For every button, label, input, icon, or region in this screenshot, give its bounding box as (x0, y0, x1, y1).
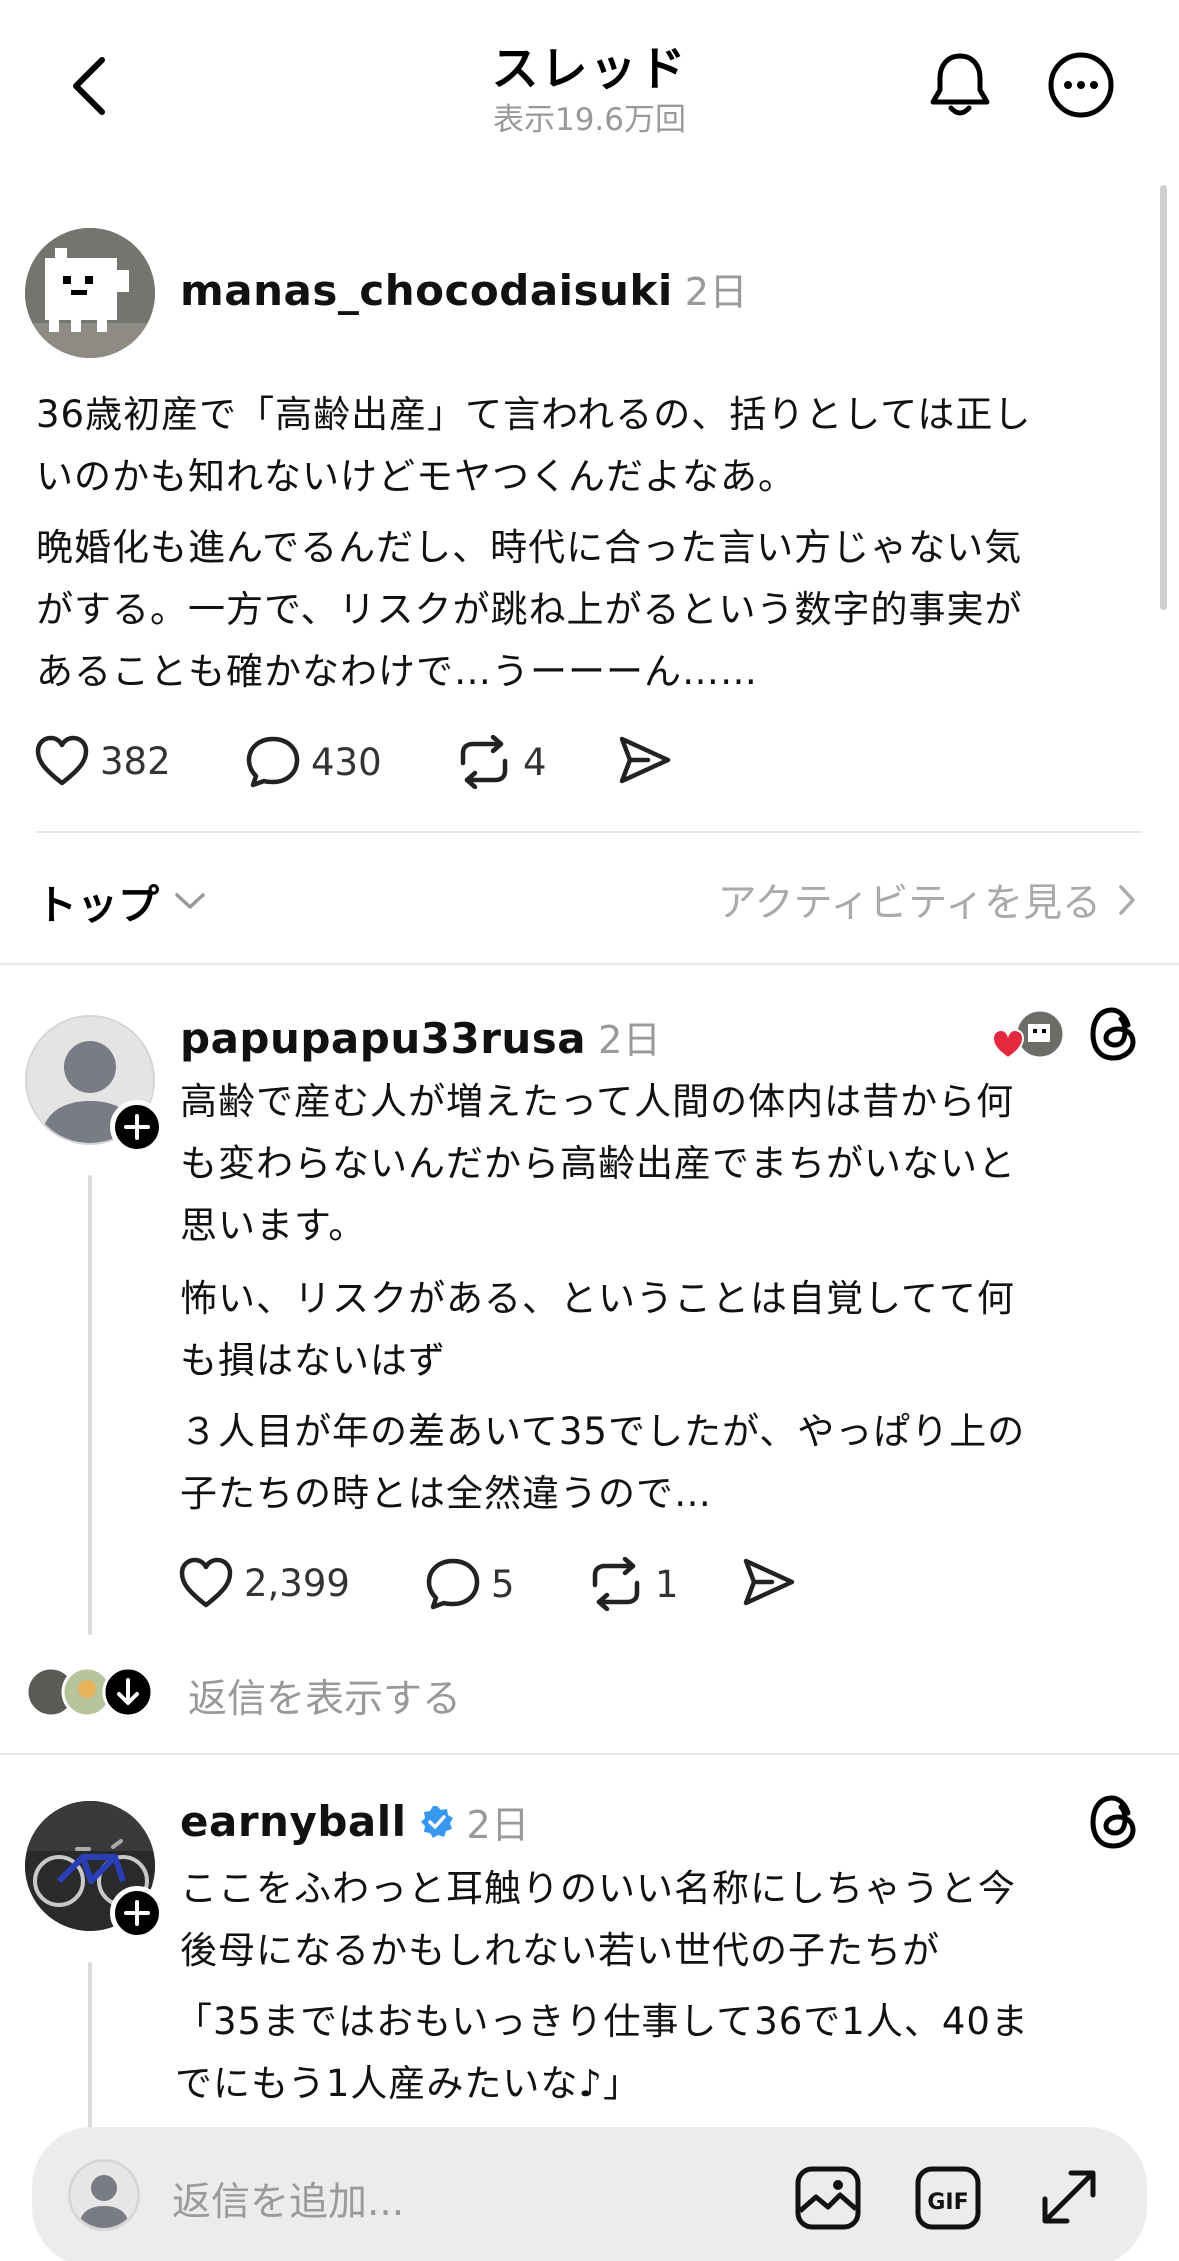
repost-count: 4 (523, 740, 547, 784)
send-icon (743, 1558, 795, 1606)
like-button[interactable]: 2,399 (178, 1557, 350, 1609)
page-title: スレッド (491, 42, 688, 97)
svg-text:GIF: GIF (927, 2190, 968, 2215)
comment-count: 430 (311, 740, 382, 784)
avatar-image-icon (25, 228, 155, 358)
threads-logo-button[interactable] (1088, 1793, 1140, 1851)
follow-button[interactable] (110, 1100, 164, 1154)
threads-logo-button[interactable] (1088, 1005, 1140, 1063)
repost-button[interactable]: 4 (455, 735, 547, 789)
post-body: 36歳初産で「高齢出産」て言われるの、括りとしては正し いのかも知れないけどモヤ… (36, 384, 1146, 508)
reply-line: 怖い、リスクがある、ということは自覚してて何 (180, 1277, 1015, 1320)
reply-body: 怖い、リスクがある、ということは自覚してて何 も損はないはず (180, 1268, 1140, 1392)
reply-body: 「35まではおもいっきり仕事して36で1人、40ま でにもう1人産みたいな♪」 (175, 1991, 1140, 2115)
show-replies-link[interactable]: 返信を表示する (188, 1668, 461, 1724)
comment-count: 5 (491, 1562, 515, 1606)
notification-button[interactable] (925, 48, 995, 122)
reply-line: も損はないはず (180, 1339, 446, 1382)
comment-icon (426, 1558, 480, 1610)
image-icon (795, 2166, 861, 2230)
reply-line: ３人目が年の差あいて35でしたが、やっぱり上の (180, 1410, 1026, 1453)
heart-icon (35, 735, 89, 786)
reply-avatars-icon (25, 1666, 154, 1718)
comment-button[interactable]: 5 (425, 1557, 515, 1611)
post-time: 2日 (684, 270, 748, 314)
reply-line: 思います。 (180, 1204, 367, 1247)
repost-icon (460, 735, 508, 789)
chevron-down-icon (175, 893, 205, 909)
reply-body: 高齢で産む人が増えたって人間の体内は昔から何 も変わらないんだから高齢出産でまち… (180, 1071, 1140, 1257)
post-line: あることも確かなわけで…うーーーん…… (36, 650, 758, 693)
post-line: 晩婚化も進んでるんだし、時代に合った言い方じゃない気 (36, 526, 1023, 569)
reply-line: 後母になるかもしれない若い世代の子たちが (180, 1929, 940, 1972)
thread-line (88, 1962, 92, 2132)
sort-dropdown[interactable]: トップ (36, 871, 207, 931)
post-username[interactable]: manas_chocodaisuki 2日 (180, 261, 748, 316)
repost-count: 1 (655, 1562, 679, 1606)
plus-icon (124, 1900, 150, 1926)
reply-line: 高齢で産む人が増えたって人間の体内は昔から何 (180, 1080, 1015, 1123)
post-line: いのかも知れないけどモヤつくんだよなあ。 (36, 455, 796, 498)
share-button[interactable] (618, 735, 682, 785)
divider (0, 963, 1179, 965)
thread-line (88, 1175, 92, 1635)
reply-line: も変わらないんだから高齢出産でまちがいないと (180, 1142, 1016, 1185)
comment-button[interactable]: 430 (245, 735, 382, 789)
reply-input[interactable]: 返信を追加... (172, 2171, 404, 2227)
expand-icon (1042, 2170, 1096, 2224)
reply-line: 子たちの時とは全然違うので… (180, 1472, 712, 1515)
expand-button[interactable] (1037, 2165, 1101, 2229)
share-button[interactable] (742, 1557, 806, 1607)
author-heart-icon (991, 1008, 1066, 1060)
reply-line: でにもう1人産みたいな♪」 (175, 2062, 642, 2105)
view-activity-link[interactable]: アクティビティを見る (718, 872, 1139, 928)
reply-body: ここをふわっと耳触りのいい名称にしちゃうと今 後母になるかもしれない若い世代の子… (180, 1858, 1140, 1982)
gif-icon: GIF (915, 2166, 981, 2230)
bell-icon (930, 53, 990, 116)
verified-badge-icon (420, 1805, 453, 1838)
attach-image-button[interactable] (794, 2165, 862, 2231)
avatar[interactable] (25, 228, 155, 358)
reply-line: 「35まではおもいっきり仕事して36で1人、40ま (175, 2000, 1029, 2043)
reply-time: 2日 (598, 1018, 662, 1062)
reply-username[interactable]: papupapu33rusa 2日 (180, 1009, 661, 1064)
more-options-button[interactable] (1046, 50, 1116, 120)
reply-username[interactable]: earnyball 2日 (180, 1794, 530, 1849)
view-count: 表示19.6万回 (492, 102, 687, 138)
threads-icon (1090, 1795, 1136, 1849)
my-avatar (68, 2159, 140, 2231)
like-count: 382 (100, 739, 171, 783)
post-body: 晩婚化も進んでるんだし、時代に合った言い方じゃない気 がする。一方で、リスクが跳… (36, 517, 1146, 703)
reply-time: 2日 (466, 1803, 530, 1847)
repost-button[interactable]: 1 (587, 1557, 679, 1611)
send-icon (619, 736, 671, 784)
reply-line: ここをふわっと耳触りのいい名称にしちゃうと今 (180, 1867, 1016, 1910)
post-line: がする。一方で、リスクが跳ね上がるという数字的事実が (36, 588, 1023, 631)
reply-avatars-stack (25, 1665, 155, 1719)
post-line: 36歳初産で「高齢出産」て言われるの、括りとしては正し (36, 393, 1032, 436)
top-bar: スレッド 表示19.6万回 (0, 0, 1179, 170)
divider (36, 831, 1142, 833)
repost-icon (592, 1557, 640, 1611)
reply-composer[interactable]: 返信を追加... GIF (32, 2127, 1147, 2261)
gif-button[interactable]: GIF (914, 2165, 982, 2231)
threads-icon (1090, 1007, 1136, 1061)
default-avatar-icon (71, 2162, 137, 2228)
plus-icon (124, 1114, 150, 1140)
scrollbar[interactable] (1160, 185, 1167, 610)
follow-button[interactable] (110, 1886, 164, 1940)
like-count: 2,399 (244, 1561, 350, 1605)
more-icon (1048, 52, 1114, 118)
chevron-right-icon (1119, 885, 1135, 915)
reply-body: ３人目が年の差あいて35でしたが、やっぱり上の 子たちの時とは全然違うので… (180, 1401, 1140, 1525)
comment-icon (246, 736, 300, 788)
like-button[interactable]: 382 (34, 735, 171, 787)
liked-by-author-indicator (990, 1008, 1066, 1064)
divider (0, 1753, 1179, 1755)
heart-icon (179, 1557, 233, 1608)
